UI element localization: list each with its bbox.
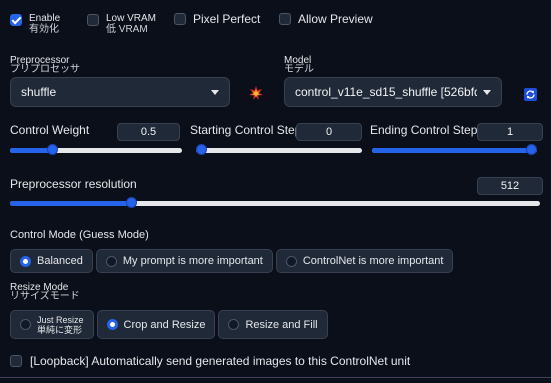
starting-step-label: Starting Control Step <box>190 123 302 137</box>
preprocessor-value: shuffle <box>21 85 57 99</box>
pixel-perfect-label: Pixel Perfect <box>193 12 261 26</box>
loopback-check-box[interactable] <box>10 355 22 367</box>
control-weight-input[interactable]: 0.5 <box>117 123 180 141</box>
low-vram-sublabel: 低 VRAM <box>106 24 148 35</box>
bottom-divider <box>0 377 551 378</box>
preprocessor-sublabel: プリプロセッサ <box>10 64 80 75</box>
control-mode-group: Balanced My prompt is more important Con… <box>10 249 454 273</box>
resize-mode-option-crop-and-resize[interactable]: Crop and Resize <box>96 310 216 339</box>
loopback-checkbox[interactable]: [Loopback] Automatically send generated … <box>10 354 530 370</box>
allow-preview-check-box[interactable] <box>279 13 291 25</box>
resize-mode-option-just-resize[interactable]: Just Resize 単純に変形 <box>10 310 94 339</box>
preprocessor-resolution-thumb[interactable] <box>125 197 137 208</box>
resize-mode-option-label: Resize and Fill <box>245 318 318 331</box>
preprocessor-resolution-fill <box>10 201 132 206</box>
chevron-down-icon <box>483 89 491 95</box>
control-weight-slider[interactable] <box>10 144 182 155</box>
control-mode-option-label: My prompt is more important <box>122 255 263 267</box>
loopback-label: [Loopback] Automatically send generated … <box>30 354 411 368</box>
control-mode-option-my-prompt[interactable]: My prompt is more important <box>95 249 273 273</box>
low-vram-checkbox[interactable]: Low VRAM 低 VRAM <box>87 12 157 36</box>
control-weight-label: Control Weight <box>10 123 90 137</box>
just-resize-text: Just Resize 単純に変形 <box>37 315 84 335</box>
control-weight-thumb[interactable] <box>47 144 58 155</box>
ending-step-input[interactable]: 1 <box>477 123 543 141</box>
resize-mode-sublabel: リサイズモード <box>10 291 80 302</box>
control-mode-option-controlnet[interactable]: ControlNet is more important <box>275 249 454 273</box>
allow-preview-label: Allow Preview <box>298 12 373 26</box>
radio-icon <box>228 319 240 330</box>
low-vram-label: Low VRAM <box>106 13 157 24</box>
ending-step-label: Ending Control Step <box>370 123 478 137</box>
preprocessor-dropdown[interactable]: shuffle <box>10 77 230 107</box>
resize-mode-option-label: Just Resize <box>37 314 84 325</box>
allow-preview-checkbox[interactable]: Allow Preview <box>279 12 374 28</box>
radio-icon <box>105 255 117 267</box>
control-mode-option-label: ControlNet is more important <box>302 255 444 267</box>
resize-mode-option-sublabel: 単純に変形 <box>37 324 83 335</box>
control-mode-option-label: Balanced <box>37 255 83 267</box>
preprocessor-resolution-slider[interactable] <box>10 197 540 208</box>
radio-icon <box>20 255 31 267</box>
refresh-icon[interactable] <box>524 88 537 101</box>
enable-checkbox[interactable]: Enable 有効化 <box>10 12 70 36</box>
radio-icon <box>20 319 31 330</box>
model-value: control_v11e_sd15_shuffle [526bfdae <box>295 85 477 99</box>
pixel-perfect-check-box[interactable] <box>174 13 186 25</box>
explosion-icon[interactable] <box>249 86 263 100</box>
enable-check-box[interactable] <box>10 14 22 26</box>
low-vram-check-box[interactable] <box>87 14 99 26</box>
starting-step-slider[interactable] <box>196 144 362 155</box>
model-dropdown[interactable]: control_v11e_sd15_shuffle [526bfdae <box>284 77 502 107</box>
control-mode-option-balanced[interactable]: Balanced <box>10 249 93 273</box>
preprocessor-resolution-label: Preprocessor resolution <box>10 177 137 191</box>
starting-step-input[interactable]: 0 <box>296 123 362 141</box>
starting-step-thumb[interactable] <box>196 144 207 155</box>
ending-step-fill <box>372 148 537 153</box>
radio-icon <box>106 319 118 330</box>
control-mode-label: Control Mode (Guess Mode) <box>10 229 149 241</box>
resize-mode-group: Just Resize 単純に変形 Crop and Resize Resize… <box>10 310 328 339</box>
ending-step-thumb[interactable] <box>526 144 537 155</box>
preprocessor-resolution-input[interactable]: 512 <box>477 177 543 195</box>
radio-icon <box>285 255 297 267</box>
chevron-down-icon <box>211 89 219 95</box>
enable-label: Enable <box>29 13 61 24</box>
resize-mode-option-resize-and-fill[interactable]: Resize and Fill <box>218 310 328 339</box>
ending-step-slider[interactable] <box>372 144 537 155</box>
resize-mode-option-label: Crop and Resize <box>123 318 206 331</box>
model-sublabel: モデル <box>284 64 314 75</box>
enable-sublabel: 有効化 <box>29 24 59 35</box>
pixel-perfect-checkbox[interactable]: Pixel Perfect <box>174 12 269 28</box>
